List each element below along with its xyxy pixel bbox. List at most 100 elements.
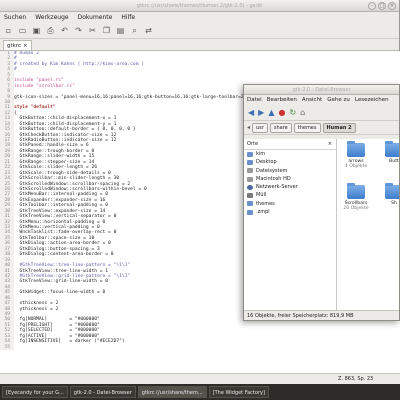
gedit-titlebar[interactable]: gtkrc (/usr/share/themes/Human 2/gtk-2.0… xyxy=(0,0,399,12)
cut-icon[interactable]: ✂ xyxy=(87,25,98,36)
sidebar-item-label: Dateisystem xyxy=(256,167,288,174)
line-text: GtkTreeView::vertical-separator = 0 xyxy=(14,214,117,220)
minimize-icon[interactable]: – xyxy=(368,2,376,10)
line-text: # xyxy=(14,56,17,62)
path-share[interactable]: share xyxy=(269,122,292,133)
up-icon[interactable]: ▲ xyxy=(268,108,274,117)
line-text: GtkButton::child-displacement-y = 1 xyxy=(14,121,117,127)
folder-icon xyxy=(347,183,365,199)
file-item[interactable]: Butt xyxy=(377,141,399,164)
menu-search[interactable]: Suchen xyxy=(4,12,26,23)
sidebar-item-kim[interactable]: kim xyxy=(244,150,336,158)
line-text: GtkRange::slider-width = 15 xyxy=(14,154,95,160)
print-icon[interactable]: ⎙ xyxy=(45,25,56,36)
replace-icon[interactable]: ⇄ xyxy=(143,25,154,36)
menu-help[interactable]: Hilfe xyxy=(121,12,135,23)
sidebar-item-netzwerk-server[interactable]: Netzwerk-Server xyxy=(244,183,336,191)
taskbar-item-file-browser[interactable]: gtk-2.0 - Datei-Browser xyxy=(69,386,136,398)
gedit-toolbar: ▫ ▭ ▣ ⎙ ↶ ↷ ✂ ❐ ▤ ⌕ ⇄ xyxy=(0,23,399,39)
file-name: Butt xyxy=(389,159,399,164)
maximize-icon[interactable]: □ xyxy=(378,2,386,10)
forward-icon[interactable]: ▶ xyxy=(258,108,264,117)
sidebar-item-label: Netzwerk-Server xyxy=(256,184,298,191)
stop-icon[interactable]: ● xyxy=(278,108,285,117)
document-tabs: gtkrc × xyxy=(0,39,399,51)
line-text: GtkMenu::horizontal-padding = 0 xyxy=(14,219,106,225)
drive-icon xyxy=(247,176,253,182)
browser-title: gtk-2.0 - Datei-Browser xyxy=(292,87,351,93)
browser-titlebar[interactable]: gtk-2.0 - Datei-Browser xyxy=(244,85,399,95)
file-item[interactable]: arrows 4 Objekte xyxy=(339,141,373,169)
tab-close-icon[interactable]: × xyxy=(23,43,28,49)
home-icon[interactable]: ⌂ xyxy=(300,108,305,117)
path-themes[interactable]: themes xyxy=(293,122,321,133)
line-text: GtkTreeView::expander-size = 14 xyxy=(14,208,106,214)
sidebar-item-dateisystem[interactable]: Dateisystem xyxy=(244,167,336,175)
folder-icon xyxy=(247,159,253,165)
new-document-icon[interactable]: ▫ xyxy=(3,25,14,36)
menu-file[interactable]: Datei xyxy=(247,95,262,105)
line-text: # xyxy=(14,67,17,73)
menu-view[interactable]: Ansicht xyxy=(302,95,322,105)
taskbar-item-widget-factory[interactable]: [The Widget Factory] xyxy=(208,386,269,398)
open-icon[interactable]: ▭ xyxy=(17,25,28,36)
sidebar-close-icon[interactable]: × xyxy=(328,139,332,149)
tab-gtkrc[interactable]: gtkrc × xyxy=(3,40,32,50)
line-text: GtkWidget::focus-line-width = 0 xyxy=(14,290,106,296)
menu-tools[interactable]: Werkzeuge xyxy=(35,12,68,23)
sidebar-item-m-ll[interactable]: Müll xyxy=(244,191,336,199)
file-browser-window: gtk-2.0 - Datei-Browser Datei Bearbeiten… xyxy=(243,84,400,321)
line-text: fg[SELECTED] = "#000000" xyxy=(14,328,100,334)
path-human2[interactable]: Human 2 xyxy=(322,122,356,133)
menu-edit[interactable]: Bearbeiten xyxy=(267,95,297,105)
menu-go[interactable]: Gehe zu xyxy=(327,95,350,105)
line-text: GtkTreeView::tree-line-width = 1 xyxy=(14,268,109,274)
line-text: GtkScale::slider-length = 26 xyxy=(14,165,97,171)
folder-icon xyxy=(247,209,253,215)
line-text: # created by Kim Kahns ( http://kims-are… xyxy=(14,61,144,67)
line-text: gtk-icon-sizes = "panel-menu=16,16:panel… xyxy=(14,94,258,100)
browser-navbar: ◀ ▶ ▲ ● ↻ ⌂ xyxy=(244,105,399,121)
menu-bookmarks[interactable]: Lesezeichen xyxy=(355,95,389,105)
paste-icon[interactable]: ▤ xyxy=(115,25,126,36)
reload-icon[interactable]: ↻ xyxy=(289,108,296,117)
sidebar-item--zmpl[interactable]: .zmpl xyxy=(244,208,336,216)
taskbar-item-gedit[interactable]: gtkrc (/usr/share/them... xyxy=(137,386,207,398)
trash-icon xyxy=(247,193,253,199)
sidebar-item-label: themes xyxy=(256,200,275,207)
menu-documents[interactable]: Dokumente xyxy=(78,12,113,23)
sidebar-item-macintosh-hd[interactable]: Macintosh HD xyxy=(244,175,336,183)
line-text: ythickness = 2 xyxy=(14,306,59,312)
line-text: GtkCheckButton::indicator-size = 12 xyxy=(14,132,117,138)
redo-icon[interactable]: ↷ xyxy=(73,25,84,36)
sidebar-item-label: kim xyxy=(256,151,266,157)
file-item[interactable]: Sh xyxy=(377,183,399,206)
taskbar-item-eyecandy[interactable]: [Eyecandy for your G... xyxy=(2,386,68,398)
path-left-icon[interactable]: ◂ xyxy=(247,124,250,131)
file-count: 20 Objekte xyxy=(343,206,369,211)
sidebar-header[interactable]: Orte × xyxy=(244,139,336,150)
line-text: GtkPaned::handle-size = 6 xyxy=(14,143,89,149)
copy-icon[interactable]: ❐ xyxy=(101,25,112,36)
line-text: GtkButton::default-border = { 0, 0, 0, 0… xyxy=(14,127,136,133)
close-icon[interactable]: × xyxy=(388,2,396,10)
sidebar-item-themes[interactable]: themes xyxy=(244,200,336,208)
line-text: include "panel.rc" xyxy=(14,78,64,84)
save-icon[interactable]: ▣ xyxy=(31,25,42,36)
folder-icon xyxy=(247,151,253,157)
path-usr[interactable]: usr xyxy=(252,122,268,133)
sidebar-item-desktop[interactable]: Desktop xyxy=(244,158,336,166)
line-text: fg[ACTIVE] = "#000000" xyxy=(14,333,100,339)
back-icon[interactable]: ◀ xyxy=(248,108,254,117)
line-text: # Human 2 xyxy=(14,51,39,56)
line-text: fg[NORMAL] = "#000000" xyxy=(14,317,100,323)
gedit-statusbar: Z. 863, Sp. 23 xyxy=(0,373,400,384)
path-bar: ◂ usr share themes Human 2 xyxy=(244,121,399,135)
undo-icon[interactable]: ↶ xyxy=(59,25,70,36)
sidebar-header-label: Orte xyxy=(247,141,259,147)
file-item[interactable]: Scrollbars 20 Objekte xyxy=(339,183,373,211)
window-controls: – □ × xyxy=(368,2,396,10)
find-icon[interactable]: ⌕ xyxy=(129,25,140,36)
line-text: GtkScrolledWindow::scrollbar-spacing = 2 xyxy=(14,181,131,187)
folder-icon xyxy=(347,141,365,157)
